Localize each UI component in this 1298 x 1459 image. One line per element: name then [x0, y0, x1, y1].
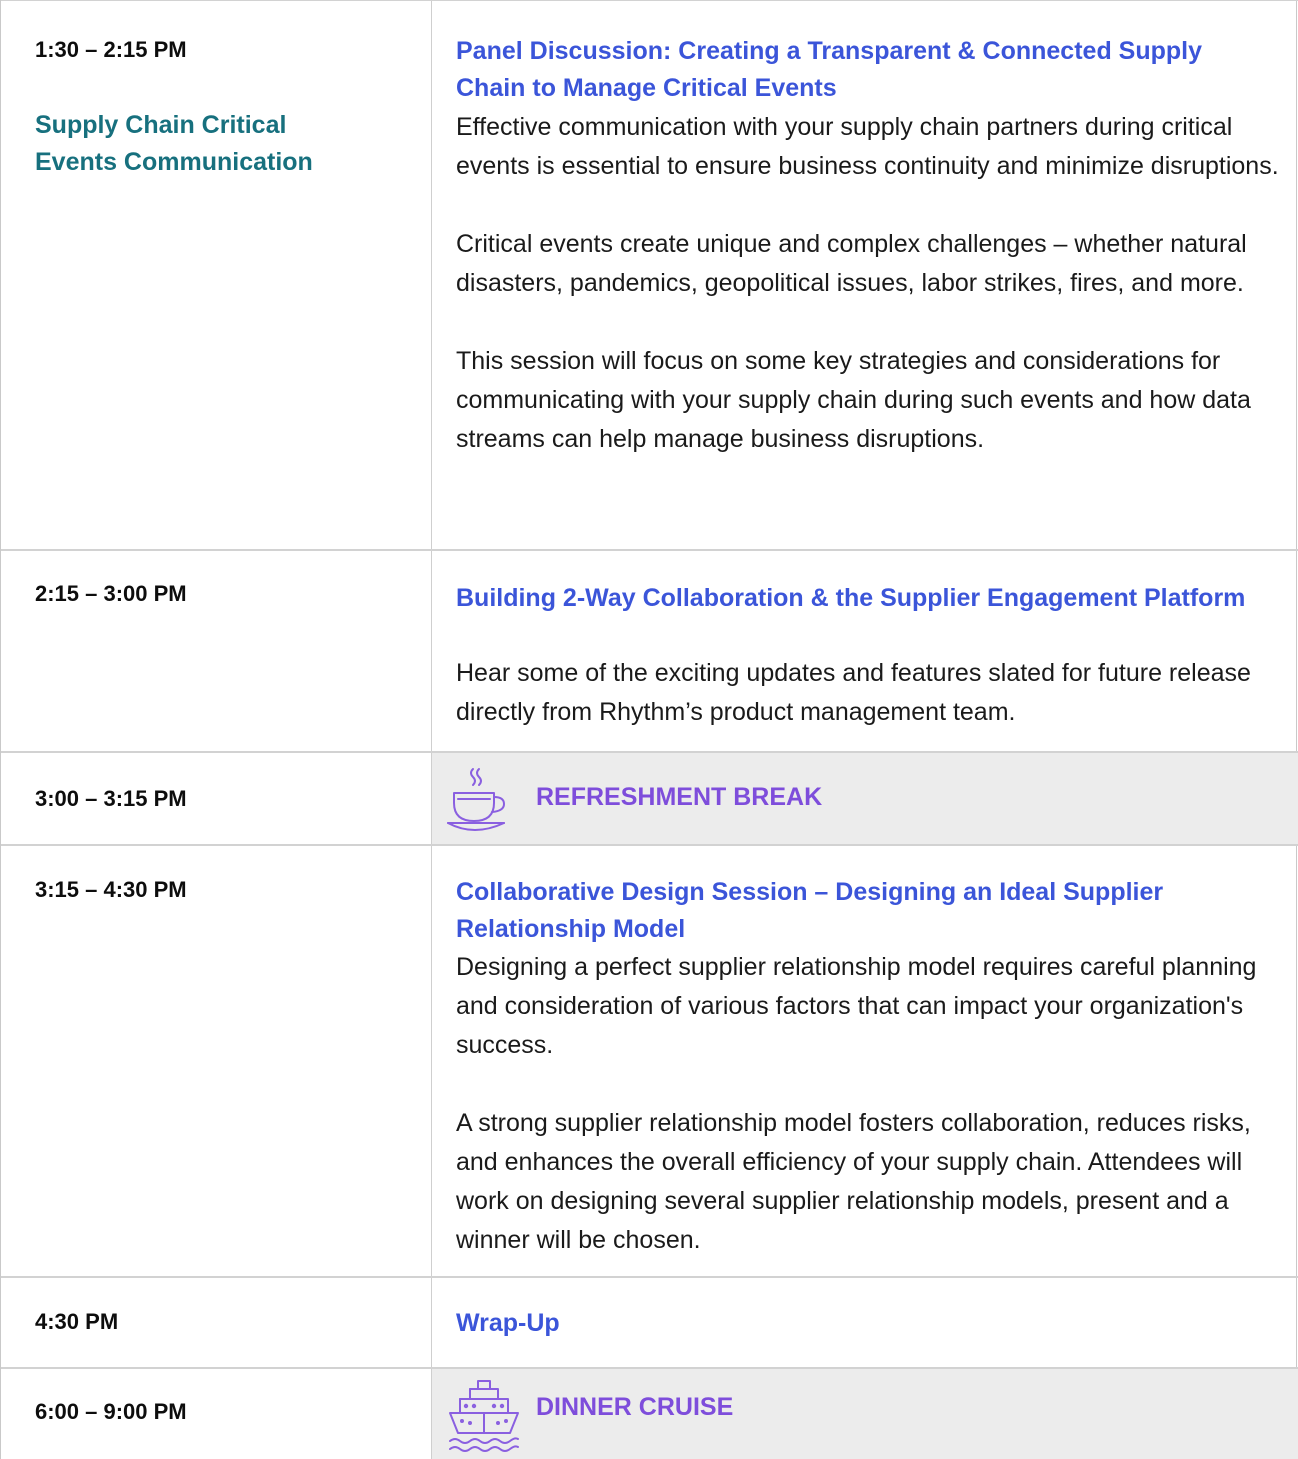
- time-cell: 3:15 – 4:30 PM: [1, 846, 432, 1276]
- description-paragraph: A strong supplier relationship model fos…: [456, 1109, 1251, 1254]
- description-paragraph: Critical events create unique and comple…: [456, 230, 1247, 297]
- description-paragraph: Hear some of the exciting updates and fe…: [456, 659, 1251, 726]
- content-cell: Building 2-Way Collaboration & the Suppl…: [432, 551, 1298, 751]
- session-track: Supply Chain Critical Events Communicati…: [35, 111, 313, 176]
- session-time: 2:15 – 3:00 PM: [35, 581, 187, 606]
- agenda-row: 6:00 – 9:00 PM DINNER CRUISE: [1, 1369, 1298, 1459]
- time-cell: 2:15 – 3:00 PM: [1, 551, 432, 751]
- session-description: Designing a perfect supplier relationshi…: [456, 948, 1286, 1260]
- session-time: 3:15 – 4:30 PM: [35, 877, 187, 902]
- agenda-row: 3:00 – 3:15 PM REFRESHMENT BREAK: [1, 753, 1298, 846]
- session-title: Panel Discussion: Creating a Transparent…: [456, 37, 1202, 102]
- break-label: REFRESHMENT BREAK: [536, 783, 823, 811]
- time-cell: 1:30 – 2:15 PM Supply Chain Critical Eve…: [1, 1, 432, 549]
- session-title: Collaborative Design Session – Designing…: [456, 878, 1164, 943]
- description-paragraph: Designing a perfect supplier relationshi…: [456, 953, 1257, 1059]
- break-label: DINNER CRUISE: [536, 1393, 734, 1421]
- break-cell: DINNER CRUISE: [432, 1369, 1298, 1459]
- time-cell: 3:00 – 3:15 PM: [1, 753, 432, 844]
- description-paragraph: This session will focus on some key stra…: [456, 347, 1251, 453]
- break-cell: REFRESHMENT BREAK: [432, 753, 1298, 844]
- session-time: 1:30 – 2:15 PM: [35, 37, 187, 62]
- session-title: Building 2-Way Collaboration & the Suppl…: [456, 584, 1246, 612]
- session-description: Effective communication with your supply…: [456, 108, 1286, 459]
- content-cell: Wrap-Up: [432, 1278, 1298, 1367]
- session-title: Wrap-Up: [456, 1309, 560, 1337]
- content-cell: Panel Discussion: Creating a Transparent…: [432, 1, 1298, 549]
- session-description: Hear some of the exciting updates and fe…: [456, 654, 1286, 732]
- agenda-table: 1:30 – 2:15 PM Supply Chain Critical Eve…: [0, 0, 1298, 1459]
- agenda-row: 3:15 – 4:30 PM Collaborative Design Sess…: [1, 846, 1298, 1278]
- cruise-ship-icon: [449, 1380, 519, 1452]
- coffee-cup-icon: [447, 768, 505, 831]
- time-cell: 6:00 – 9:00 PM: [1, 1369, 432, 1459]
- session-time: 6:00 – 9:00 PM: [35, 1399, 187, 1424]
- session-time: 3:00 – 3:15 PM: [35, 786, 187, 811]
- content-cell: Collaborative Design Session – Designing…: [432, 846, 1298, 1276]
- description-paragraph: Effective communication with your supply…: [456, 113, 1279, 180]
- session-time: 4:30 PM: [35, 1309, 119, 1334]
- agenda-row: 4:30 PM Wrap-Up: [1, 1278, 1298, 1369]
- agenda-row: 1:30 – 2:15 PM Supply Chain Critical Eve…: [1, 0, 1298, 551]
- time-cell: 4:30 PM: [1, 1278, 432, 1367]
- agenda-row: 2:15 – 3:00 PM Building 2-Way Collaborat…: [1, 551, 1298, 753]
